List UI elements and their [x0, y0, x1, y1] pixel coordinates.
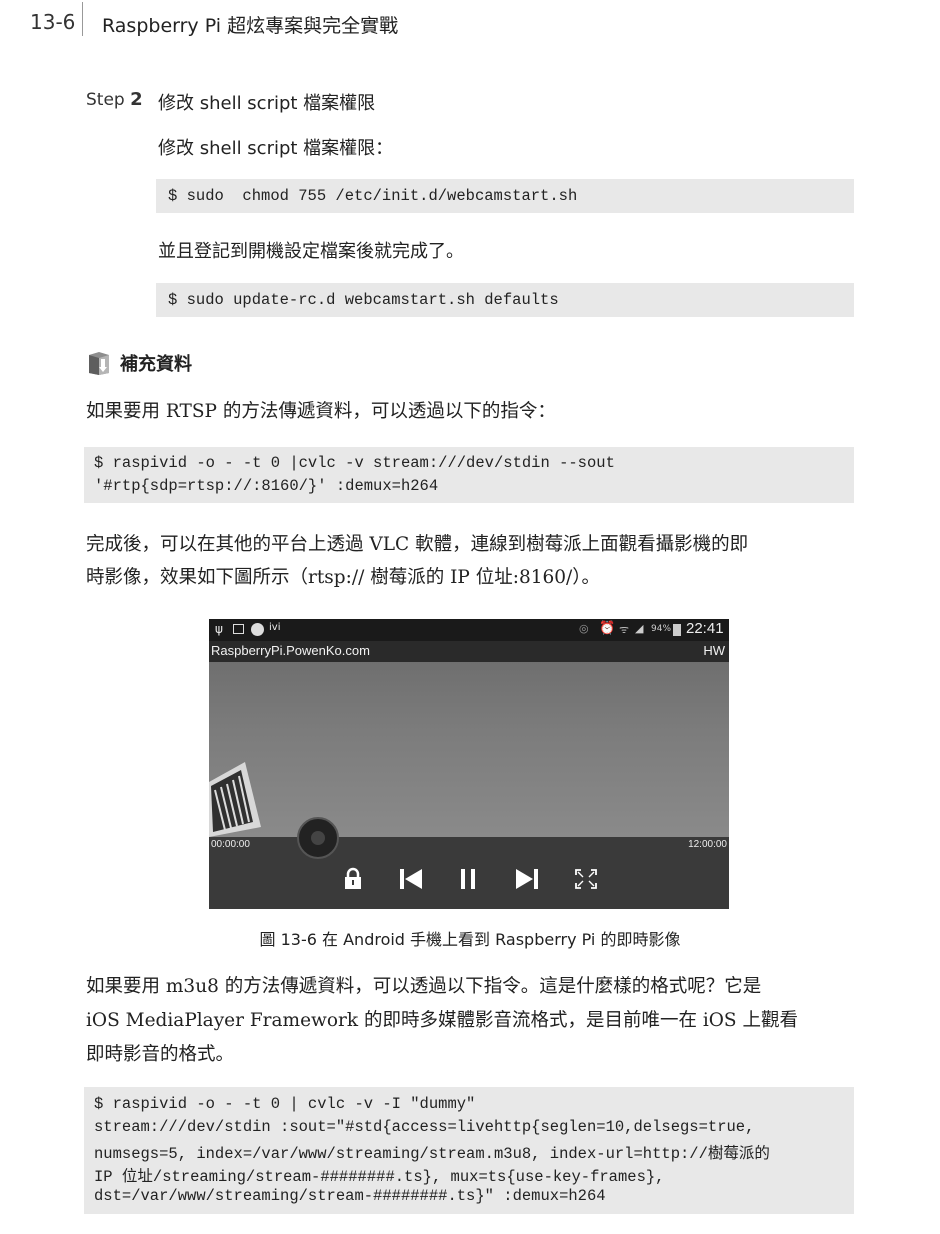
- code-line: $ raspivid -o - -t 0 |cvlc -v stream:///…: [94, 454, 615, 472]
- m3u8-text-line-1: 如果要用 m3u8 的方法傳遞資料，可以透過以下指令。這是什麼樣的格式呢？它是: [86, 976, 762, 997]
- step-label-prefix: Step: [86, 90, 125, 110]
- header-divider: [82, 2, 83, 36]
- pause-icon[interactable]: [459, 868, 477, 890]
- figure-caption: 圖 13-6 在 Android 手機上看到 Raspberry Pi 的即時影…: [259, 930, 681, 949]
- code-line: numsegs=5, index=/var/www/streaming/stre…: [94, 1145, 770, 1163]
- app-title: RaspberryPi.PowenKo.com: [211, 643, 370, 658]
- skip-previous-icon[interactable]: [399, 868, 423, 890]
- hw-decoder-button[interactable]: HW: [703, 643, 725, 658]
- code-line: dst=/var/www/streaming/stream-########.t…: [94, 1187, 606, 1205]
- code-block-rtsp: $ raspivid -o - -t 0 |cvlc -v stream:///…: [84, 447, 854, 503]
- image-icon: [233, 624, 244, 634]
- status-time: 22:41: [686, 620, 724, 637]
- step-label-number: 2: [130, 89, 143, 110]
- book-icon: [89, 352, 109, 375]
- rtsp-intro: 如果要用 RTSP 的方法傳遞資料，可以透過以下的指令：: [86, 401, 556, 422]
- code-line: $ raspivid -o - -t 0 | cvlc -v -I "dummy…: [94, 1095, 476, 1113]
- seek-knob[interactable]: [297, 817, 339, 859]
- notification-icon: ivi: [269, 622, 281, 633]
- player-controls: 00:00:00 12:00:00: [209, 817, 729, 909]
- step-title: 修改 shell script 檔案權限: [158, 93, 376, 114]
- app-title-bar: RaspberryPi.PowenKo.com HW: [209, 641, 729, 662]
- book-title: Raspberry Pi 超炫專案與完全實戰: [102, 15, 399, 37]
- rtsp-after-line-2: 時影像，效果如下圖所示（rtsp:// 樹莓派的 IP 位址:8160/）。: [86, 567, 601, 588]
- battery-percent: 94%: [651, 624, 672, 634]
- alarm-icon: ⏰: [599, 621, 616, 636]
- vlc-status-icon: [251, 623, 264, 636]
- step-after-text: 並且登記到開機設定檔案後就完成了。: [158, 241, 464, 262]
- wifi-icon: ᯤ: [619, 623, 630, 636]
- code-line: IP 位址/streaming/stream-########.ts}, mux…: [94, 1168, 665, 1186]
- usb-icon: ψ: [215, 622, 223, 636]
- lock-icon[interactable]: [343, 867, 363, 891]
- code-block-update-rc: $ sudo update-rc.d webcamstart.sh defaul…: [156, 283, 854, 317]
- fullscreen-icon[interactable]: [575, 869, 597, 889]
- note-heading: 補充資料: [86, 350, 192, 376]
- battery-icon: [673, 624, 681, 636]
- skip-next-icon[interactable]: [515, 868, 539, 890]
- step-intro: 修改 shell script 檔案權限：: [158, 138, 394, 159]
- code-line: stream:///dev/stdin :sout="#std{access=l…: [94, 1118, 755, 1136]
- page-number: 13-6: [30, 10, 76, 34]
- code-block-m3u8: $ raspivid -o - -t 0 | cvlc -v -I "dummy…: [84, 1087, 854, 1214]
- status-bar: ψ ivi ◎ ⏰ ᯤ ◢ 94% 22:41: [209, 619, 729, 641]
- elapsed-time: 00:00:00: [211, 839, 250, 850]
- android-vlc-screenshot: ψ ivi ◎ ⏰ ᯤ ◢ 94% 22:41 RaspberryPi.Powe…: [209, 619, 729, 909]
- video-frame[interactable]: [209, 662, 729, 837]
- m3u8-text-line-2: iOS MediaPlayer Framework 的即時多媒體影音流格式，是目…: [86, 1010, 798, 1031]
- code-block-chmod: $ sudo chmod 755 /etc/init.d/webcamstart…: [156, 179, 854, 213]
- code-line: $ sudo update-rc.d webcamstart.sh defaul…: [168, 291, 559, 309]
- signal-icon: ◢: [635, 622, 644, 635]
- code-line: $ sudo chmod 755 /etc/init.d/webcamstart…: [168, 187, 578, 205]
- total-duration: 12:00:00: [688, 839, 727, 850]
- step-label: Step 2: [86, 89, 143, 110]
- eye-icon: ◎: [579, 622, 589, 635]
- video-content: [209, 762, 261, 837]
- note-title: 補充資料: [120, 354, 192, 375]
- code-line: '#rtp{sdp=rtsp://:8160/}' :demux=h264: [94, 477, 439, 495]
- m3u8-text-line-3: 即時影音的格式。: [86, 1044, 235, 1065]
- rtsp-after-line-1: 完成後，可以在其他的平台上透過 VLC 軟體，連線到樹莓派上面觀看攝影機的即: [86, 534, 749, 555]
